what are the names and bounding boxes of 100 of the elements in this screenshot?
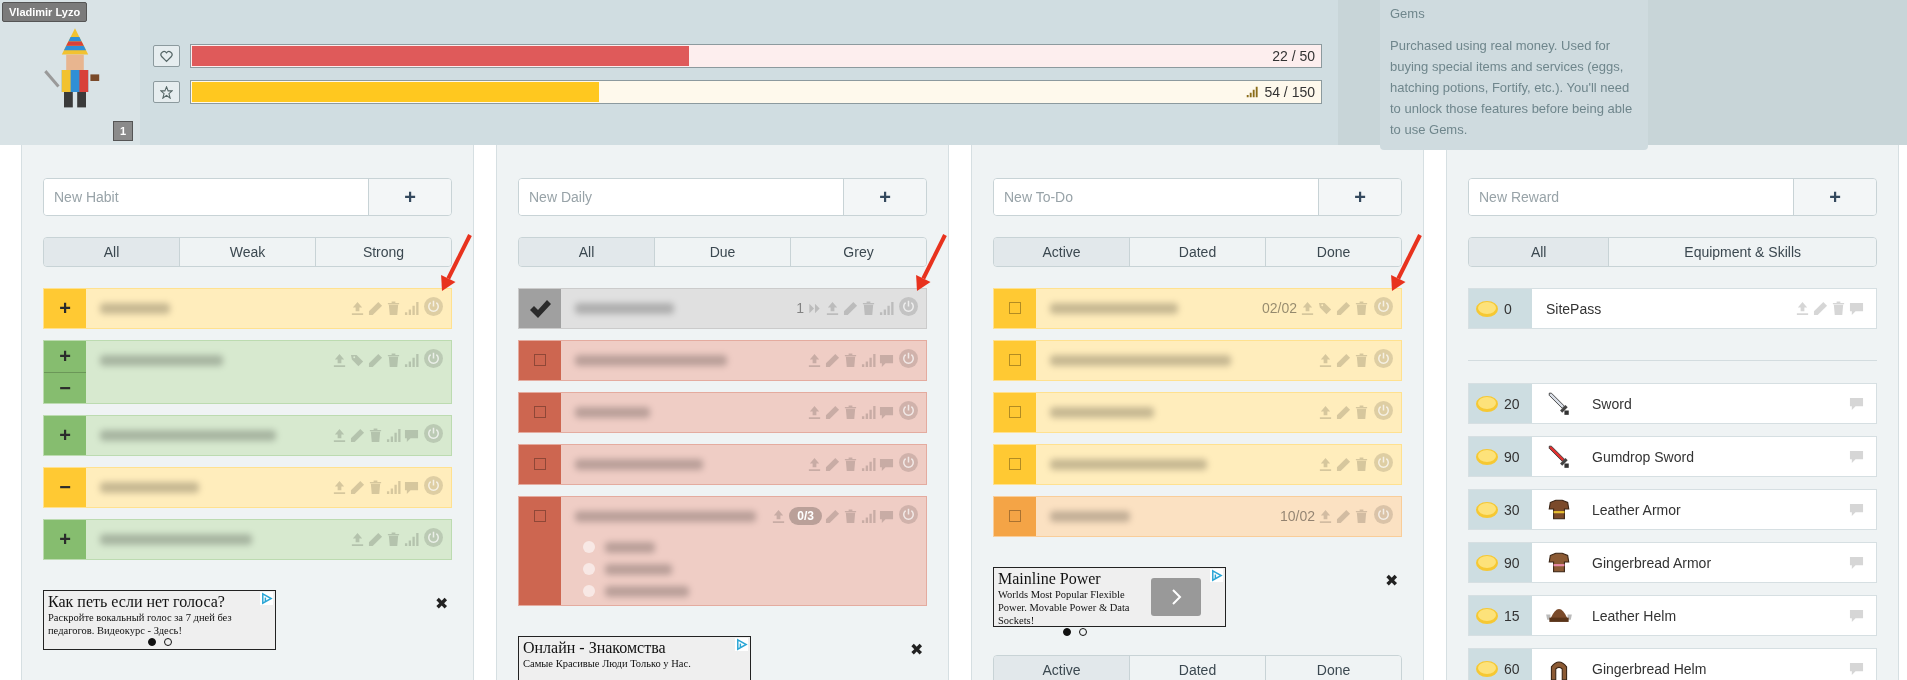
next-button[interactable] [1151,578,1201,616]
trash-icon[interactable] [1354,456,1369,472]
speech-bubble-icon[interactable] [1849,555,1864,570]
upload-icon[interactable] [350,300,365,316]
power-icon[interactable] [899,504,918,524]
power-icon[interactable] [1374,348,1393,368]
checkbox[interactable] [534,354,546,366]
signal-bars-icon[interactable] [879,300,894,316]
speech-bubble-icon[interactable] [1849,396,1864,411]
power-icon[interactable] [899,452,918,472]
ad-title[interactable]: Как петь если нет голоса? [48,592,256,611]
score-button[interactable]: − [44,372,86,403]
pencil-icon[interactable] [1336,300,1351,316]
checkbox[interactable] [1009,354,1021,366]
upload-icon[interactable] [332,427,347,443]
upload-icon[interactable] [1318,456,1333,472]
checkbox[interactable] [1009,406,1021,418]
filter-tab[interactable]: Active [994,238,1130,266]
ad-title[interactable]: Mainline Power [998,569,1136,588]
pencil-icon[interactable] [1336,352,1351,368]
filter-tab[interactable]: All [44,238,180,266]
pencil-icon[interactable] [368,352,383,368]
trash-icon[interactable] [861,300,876,316]
power-icon[interactable] [1374,400,1393,420]
upload-icon[interactable] [350,531,365,547]
new-task-field[interactable]: New Habit [44,179,369,215]
power-icon[interactable] [1374,296,1393,316]
signal-bars-icon[interactable] [861,508,876,524]
trash-icon[interactable] [368,427,383,443]
checkbox[interactable] [534,406,546,418]
new-task-field[interactable]: New Daily [519,179,844,215]
speech-bubble-icon[interactable] [879,456,894,472]
ad-banner[interactable]: Как петь если нет голоса? Раскройте вокальный голос за 7 дней без педагогов. Видеокурс - Здесь! [43,590,276,650]
filter-tab[interactable]: All [1469,238,1610,266]
star-button[interactable] [153,81,180,103]
speech-bubble-icon[interactable] [1849,502,1864,517]
upload-icon[interactable] [1318,508,1333,524]
upload-icon[interactable] [807,456,822,472]
trash-icon[interactable] [1354,404,1369,420]
trash-icon[interactable] [386,352,401,368]
new-task-field[interactable]: New Reward [1469,179,1794,215]
ad-banner[interactable]: Онлайн - Знакомства Самые Красивые Люди Только у Нас. [518,636,751,680]
power-icon[interactable] [1374,504,1393,524]
power-icon[interactable] [899,400,918,420]
signal-bars-icon[interactable] [861,404,876,420]
pencil-icon[interactable] [350,479,365,495]
filter-tab[interactable]: Active [994,656,1130,680]
signal-bars-icon[interactable] [404,531,419,547]
upload-icon[interactable] [807,352,822,368]
carousel-dot[interactable] [1062,628,1071,636]
signal-bars-icon[interactable] [404,300,419,316]
carousel-dot[interactable] [147,638,156,646]
pencil-icon[interactable] [825,404,840,420]
speech-bubble-icon[interactable] [1849,301,1864,316]
score-button[interactable]: − [44,468,86,507]
upload-icon[interactable] [1300,300,1315,316]
checkbox[interactable] [1009,458,1021,470]
adchoices-icon[interactable] [1210,569,1223,582]
trash-icon[interactable] [843,352,858,368]
trash-icon[interactable] [1354,508,1369,524]
trash-icon[interactable] [843,508,858,524]
upload-icon[interactable] [807,404,822,420]
upload-icon[interactable] [825,300,840,316]
power-icon[interactable] [424,527,443,547]
filter-tab[interactable]: All [519,238,655,266]
upload-icon[interactable] [332,352,347,368]
close-button[interactable]: ✖ [431,594,452,613]
speech-bubble-icon[interactable] [879,508,894,524]
power-icon[interactable] [424,475,443,495]
trash-icon[interactable] [1354,352,1369,368]
checkbox[interactable] [1009,510,1021,522]
upload-icon[interactable] [332,479,347,495]
power-icon[interactable] [899,348,918,368]
trash-icon[interactable] [368,479,383,495]
trash-icon[interactable] [386,531,401,547]
trash-icon[interactable] [1354,300,1369,316]
trash-icon[interactable] [386,300,401,316]
ad-title[interactable]: Онлайн - Знакомства [523,638,731,657]
speech-bubble-icon[interactable] [1849,608,1864,623]
pencil-icon[interactable] [368,531,383,547]
score-button[interactable]: + [44,289,86,328]
pencil-icon[interactable] [1336,508,1351,524]
speech-bubble-icon[interactable] [404,479,419,495]
pencil-icon[interactable] [368,300,383,316]
pencil-icon[interactable] [1813,301,1828,316]
score-button[interactable]: + [44,341,86,372]
close-button[interactable]: ✖ [906,640,927,659]
checkbox[interactable] [1009,302,1021,314]
signal-bars-icon[interactable] [386,479,401,495]
score-button[interactable]: + [44,416,86,455]
upload-icon[interactable] [1795,301,1810,316]
upload-icon[interactable] [1318,404,1333,420]
adchoices-icon[interactable] [735,638,748,651]
close-button[interactable]: ✖ [1381,571,1402,590]
checklist-checkbox[interactable] [583,585,595,597]
checklist-checkbox[interactable] [583,541,595,553]
pencil-icon[interactable] [825,352,840,368]
score-button[interactable]: + [44,520,86,559]
checklist-checkbox[interactable] [583,563,595,575]
upload-icon[interactable] [1318,352,1333,368]
